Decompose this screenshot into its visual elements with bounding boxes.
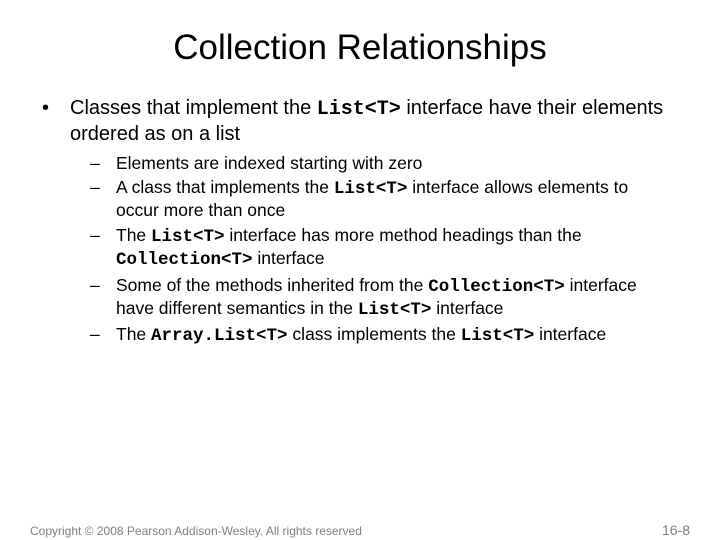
sub-bullet: A class that implements the List<T> inte… bbox=[70, 177, 674, 222]
text: Elements are indexed starting with zero bbox=[116, 153, 422, 173]
footer: Copyright © 2008 Pearson Addison-Wesley.… bbox=[30, 522, 690, 538]
slide-title: Collection Relationships bbox=[0, 28, 720, 68]
page-number: 16-8 bbox=[662, 522, 690, 538]
text: Some of the methods inherited from the bbox=[116, 275, 428, 295]
code: List<T> bbox=[358, 300, 432, 320]
slide-body: Classes that implement the List<T> inter… bbox=[0, 96, 720, 348]
text: interface bbox=[431, 298, 503, 318]
code: List<T> bbox=[461, 326, 535, 346]
code: Collection<T> bbox=[428, 277, 565, 297]
text: Classes that implement the bbox=[70, 97, 317, 119]
inner-list: Elements are indexed starting with zero … bbox=[70, 153, 674, 348]
slide: Collection Relationships Classes that im… bbox=[0, 28, 720, 540]
text: interface bbox=[534, 324, 606, 344]
outer-list: Classes that implement the List<T> inter… bbox=[30, 96, 674, 348]
code: Array.List<T> bbox=[151, 326, 288, 346]
code: List<T> bbox=[334, 179, 408, 199]
copyright-text: Copyright © 2008 Pearson Addison-Wesley.… bbox=[30, 524, 362, 538]
text: class implements the bbox=[288, 324, 461, 344]
text: interface bbox=[253, 248, 325, 268]
text: interface has more method headings than … bbox=[225, 225, 582, 245]
main-bullet: Classes that implement the List<T> inter… bbox=[30, 96, 674, 348]
text: The bbox=[116, 225, 151, 245]
text: The bbox=[116, 324, 151, 344]
sub-bullet: Some of the methods inherited from the C… bbox=[70, 275, 674, 322]
sub-bullet: The List<T> interface has more method he… bbox=[70, 225, 674, 272]
sub-bullet: The Array.List<T> class implements the L… bbox=[70, 324, 674, 347]
code: List<T> bbox=[151, 227, 225, 247]
code: Collection<T> bbox=[116, 250, 253, 270]
text: A class that implements the bbox=[116, 177, 334, 197]
sub-bullet: Elements are indexed starting with zero bbox=[70, 153, 674, 174]
code: List<T> bbox=[317, 98, 401, 121]
